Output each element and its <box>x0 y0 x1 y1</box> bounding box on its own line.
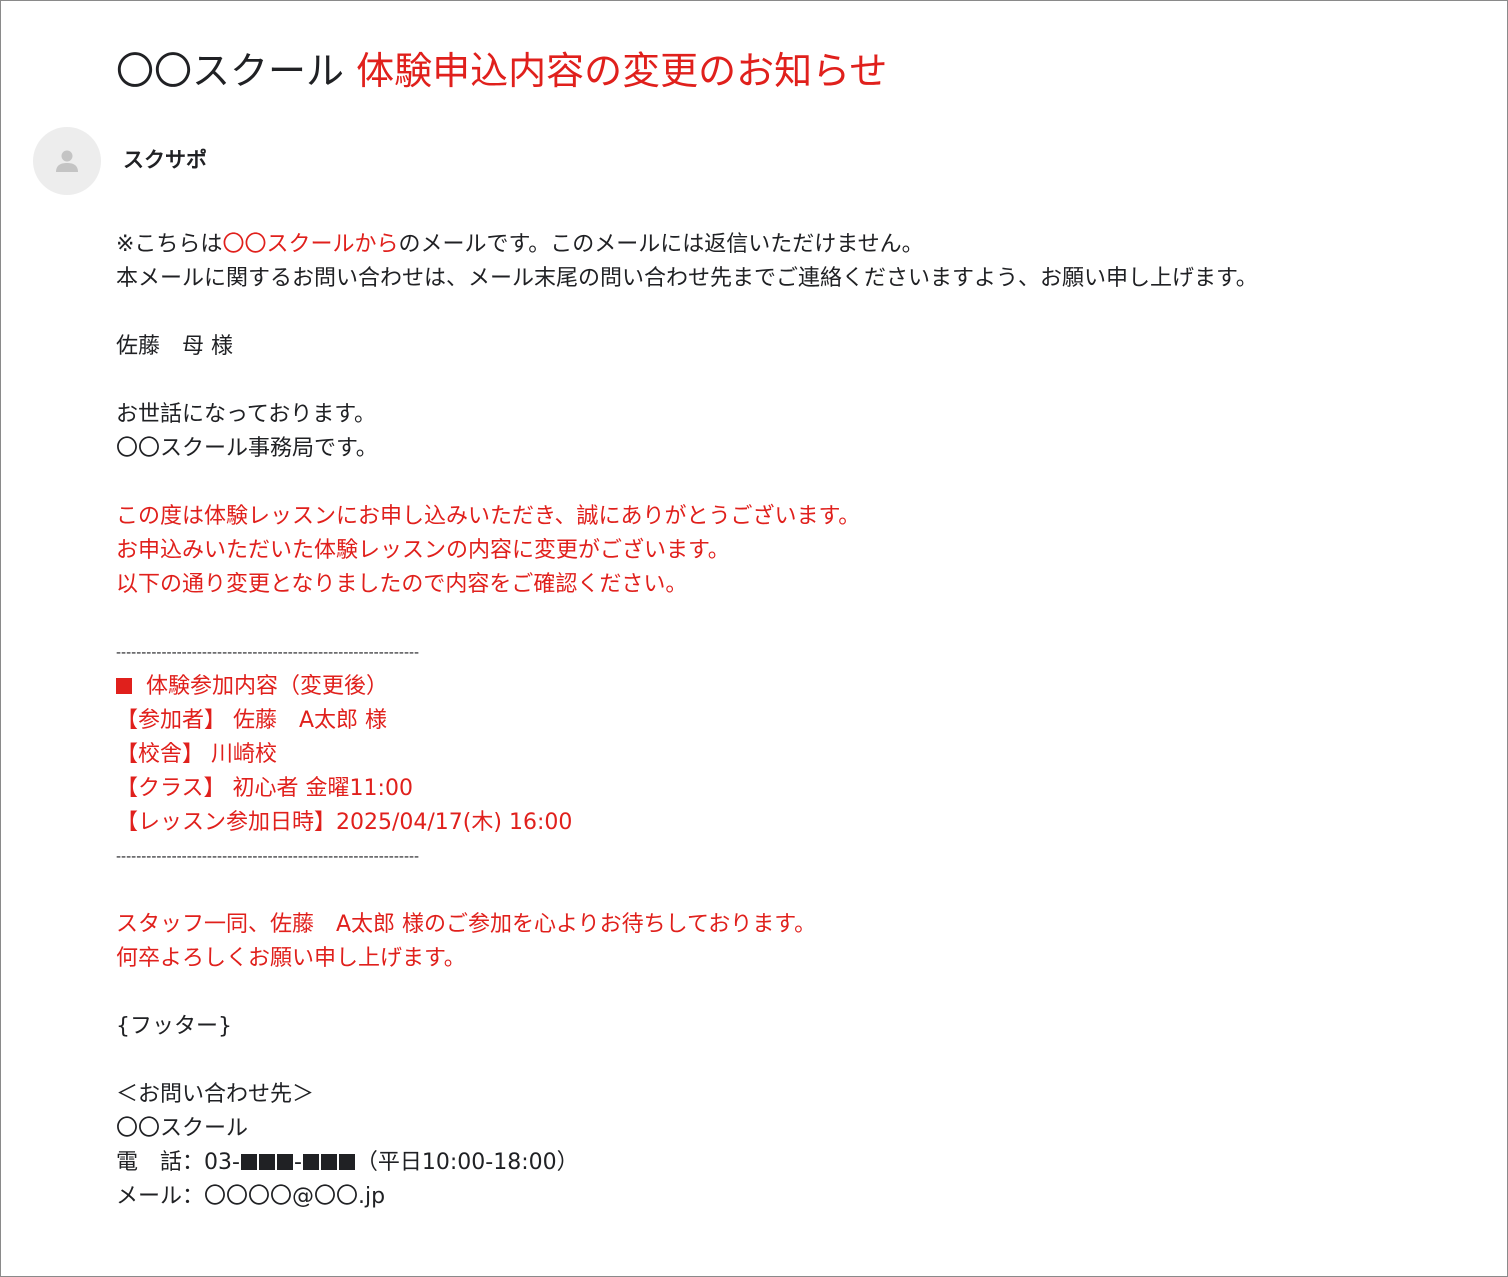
square-bullet-icon <box>116 678 132 694</box>
class-line: 【クラス】 初心者 金曜11:00 <box>116 776 413 801</box>
footer-placeholder: {フッター} <box>116 1014 232 1039</box>
divider-bottom: ----------------------------------------… <box>116 849 420 865</box>
recipient-line: 佐藤 母 様 <box>116 334 233 359</box>
sender-avatar[interactable] <box>33 127 101 195</box>
notice-line-2: 本メールに関するお問い合わせは、メール末尾の問い合わせ先までご連絡くださいますよ… <box>116 266 1258 291</box>
greeting-line-2: 〇〇スクール事務局です。 <box>116 436 378 461</box>
section-title-text: 体験参加内容（変更後） <box>146 674 389 699</box>
phone-label: 電 話：03- <box>116 1150 240 1175</box>
phone-hours: （平日10:00-18:00） <box>355 1150 579 1175</box>
notice-prefix: ※こちらは <box>116 232 223 257</box>
closing-line-1: スタッフ一同、佐藤 A太郎 様のご参加を心よりお待ちしております。 <box>116 912 817 937</box>
notice-suffix: のメールです。このメールには返信いただけません。 <box>398 232 924 257</box>
notice-line-1: ※こちらは〇〇スクールからのメールです。このメールには返信いただけません。 <box>116 228 1476 262</box>
school-line: 【校舎】 川崎校 <box>116 742 277 767</box>
masked-digit-icon <box>276 1154 293 1170</box>
email-subject: 〇〇スクール 体験申込内容の変更のお知らせ <box>116 47 887 95</box>
masked-digit-icon <box>258 1154 275 1170</box>
email-view: 〇〇スクール 体験申込内容の変更のお知らせ スクサポ ※こちらは〇〇スクールから… <box>0 0 1508 1277</box>
email-body: ※こちらは〇〇スクールからのメールです。このメールには返信いただけません。 本メ… <box>116 228 1476 1214</box>
contact-heading: ＜お問い合わせ先＞ <box>116 1082 315 1107</box>
intro-line-2: お申込みいただいた体験レッスンの内容に変更がございます。 <box>116 538 730 563</box>
intro-line-1: この度は体験レッスンにお申し込みいただき、誠にありがとうございます。 <box>116 504 861 529</box>
masked-digit-icon <box>338 1154 355 1170</box>
lesson-datetime-line: 【レッスン参加日時】2025/04/17(木) 16:00 <box>116 810 573 835</box>
contact-mail: メール：〇〇〇〇@〇〇.jp <box>116 1184 386 1209</box>
closing-line-2: 何卒よろしくお願い申し上げます。 <box>116 946 466 971</box>
intro-line-3: 以下の通り変更となりましたので内容をご確認ください。 <box>116 572 688 597</box>
subject-highlight: 体験申込内容の変更のお知らせ <box>356 49 888 93</box>
notice-highlight: 〇〇スクールから <box>222 232 399 257</box>
contact-org: 〇〇スクール <box>116 1116 249 1141</box>
section-title: 体験参加内容（変更後） <box>116 670 1476 704</box>
participant-line: 【参加者】 佐藤 A太郎 様 <box>116 708 388 733</box>
person-icon <box>56 150 78 172</box>
masked-digit-icon <box>240 1154 257 1170</box>
contact-phone: 電 話：03- - （平日10:00-18:00） <box>116 1146 1476 1180</box>
phone-separator: - <box>293 1150 302 1175</box>
greeting-line-1: お世話になっております。 <box>116 402 377 427</box>
masked-digit-icon <box>302 1154 319 1170</box>
divider-top: ----------------------------------------… <box>116 645 420 661</box>
subject-prefix: 〇〇スクール <box>116 49 357 93</box>
masked-digit-icon <box>320 1154 337 1170</box>
sender-name[interactable]: スクサポ <box>123 146 207 174</box>
